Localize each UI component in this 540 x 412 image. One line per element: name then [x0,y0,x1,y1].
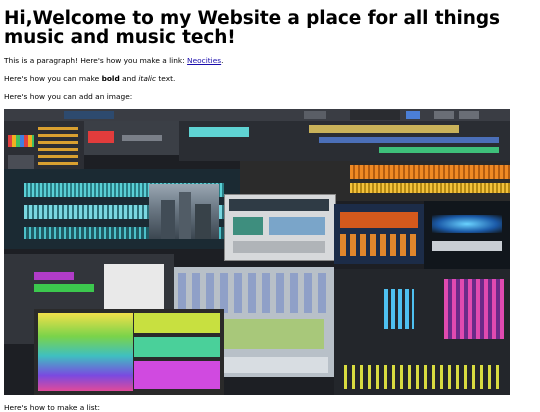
neocities-link[interactable]: Neocities [187,56,221,65]
daw-right-mixer [334,269,510,395]
daw-clips-window [84,121,179,155]
daw-arrangement-top [179,121,510,161]
daw-clip-launcher [34,309,224,395]
daw-city-photo [149,184,219,239]
paragraph-link-text: This is a paragraph! Here's how you make… [4,56,188,65]
page-content: Hi,Welcome to my Website a place for all… [0,0,540,412]
daw-top-toolbar [4,109,510,121]
page-title: Hi,Welcome to my Website a place for all… [4,8,500,48]
paragraph-link-end: . [221,56,224,65]
daw-spectrum-plugin [424,201,510,271]
formatting-text-2: and [119,74,139,83]
daw-synth-plugin [224,194,336,261]
formatting-text-3: text. [156,74,176,83]
paragraph-list: Here's how to make a list: [4,403,100,412]
daw-collage-image [4,109,510,395]
formatting-text-1: Here's how you can make [4,74,102,83]
bold-text: bold [101,74,120,83]
italic-text: italic [138,74,157,83]
daw-amp-plugin [334,204,424,264]
paragraph-formatting: Here's how you can make bold and italic … [4,74,536,83]
paragraph-link: This is a paragraph! Here's how you make… [4,56,536,65]
paragraph-image: Here's how you can add an image: [4,92,133,101]
